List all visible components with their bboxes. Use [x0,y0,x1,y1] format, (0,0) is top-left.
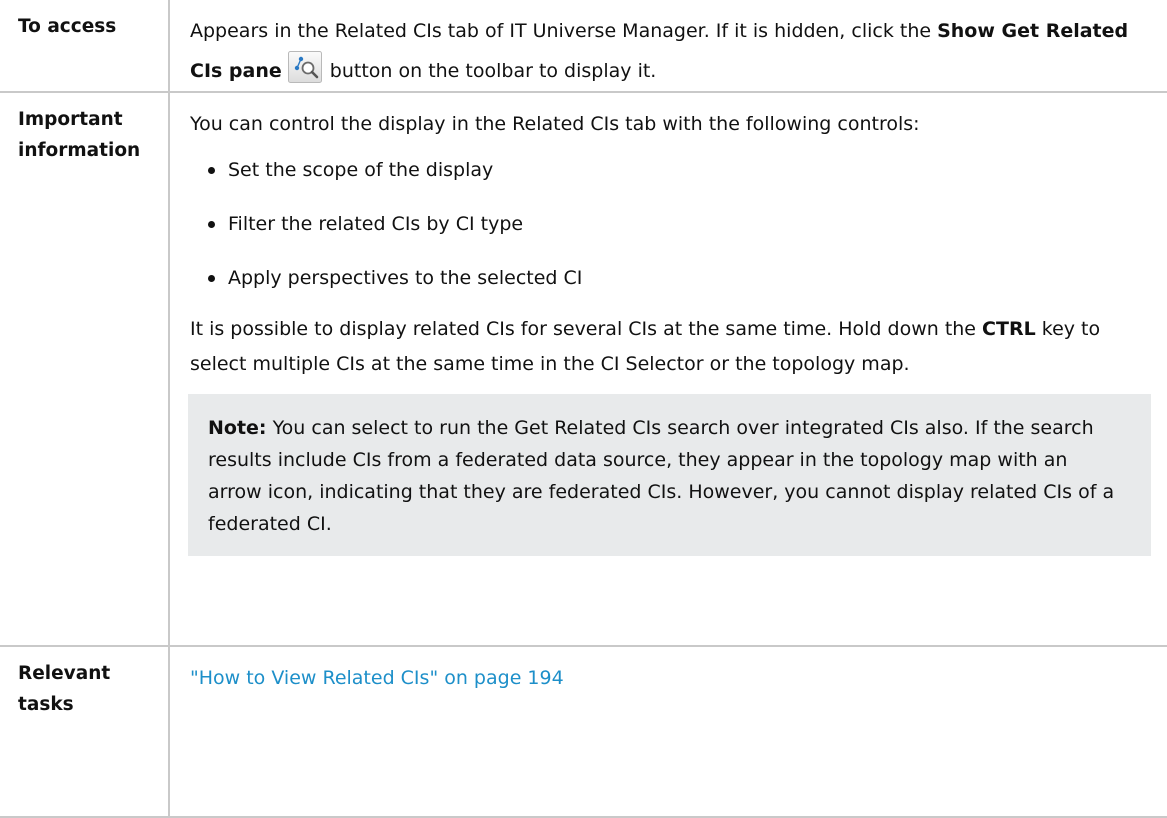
important-intro: You can control the display in the Relat… [190,113,920,135]
info-table: To access Appears in the Related CIs tab… [0,0,1167,818]
tasks-content: "How to View Related CIs" on page 194 [168,645,1167,818]
access-text-after: button on the toolbar to display it. [329,60,657,82]
multi-select-paragraph: It is possible to display related CIs fo… [190,312,1151,382]
access-row: To access Appears in the Related CIs tab… [0,0,1167,93]
list-item: Set the scope of the display [190,150,1151,190]
important-row: Important information You can control th… [0,91,1167,647]
access-label: To access [0,0,170,93]
para-text-before: It is possible to display related CIs fo… [190,318,983,340]
note-label: Note: [208,417,267,439]
important-content: You can control the display in the Relat… [168,91,1167,647]
how-to-view-related-cis-link[interactable]: "How to View Related CIs" on page 194 [190,667,564,689]
important-label: Important information [0,91,170,647]
note-box: Note: You can select to run the Get Rela… [188,394,1151,556]
controls-list: Set the scope of the display Filter the … [190,150,1151,298]
list-item: Apply perspectives to the selected CI [190,258,1151,298]
list-item: Filter the related CIs by CI type [190,204,1151,244]
access-text-before: Appears in the Related CIs tab of IT Uni… [190,20,938,42]
ctrl-key-label: CTRL [982,318,1036,340]
access-content: Appears in the Related CIs tab of IT Uni… [168,0,1167,93]
tasks-row: Relevant tasks "How to View Related CIs"… [0,645,1167,818]
note-text: You can select to run the Get Related CI… [208,417,1115,535]
get-related-cis-icon [287,51,322,83]
tasks-label: Relevant tasks [0,645,170,818]
